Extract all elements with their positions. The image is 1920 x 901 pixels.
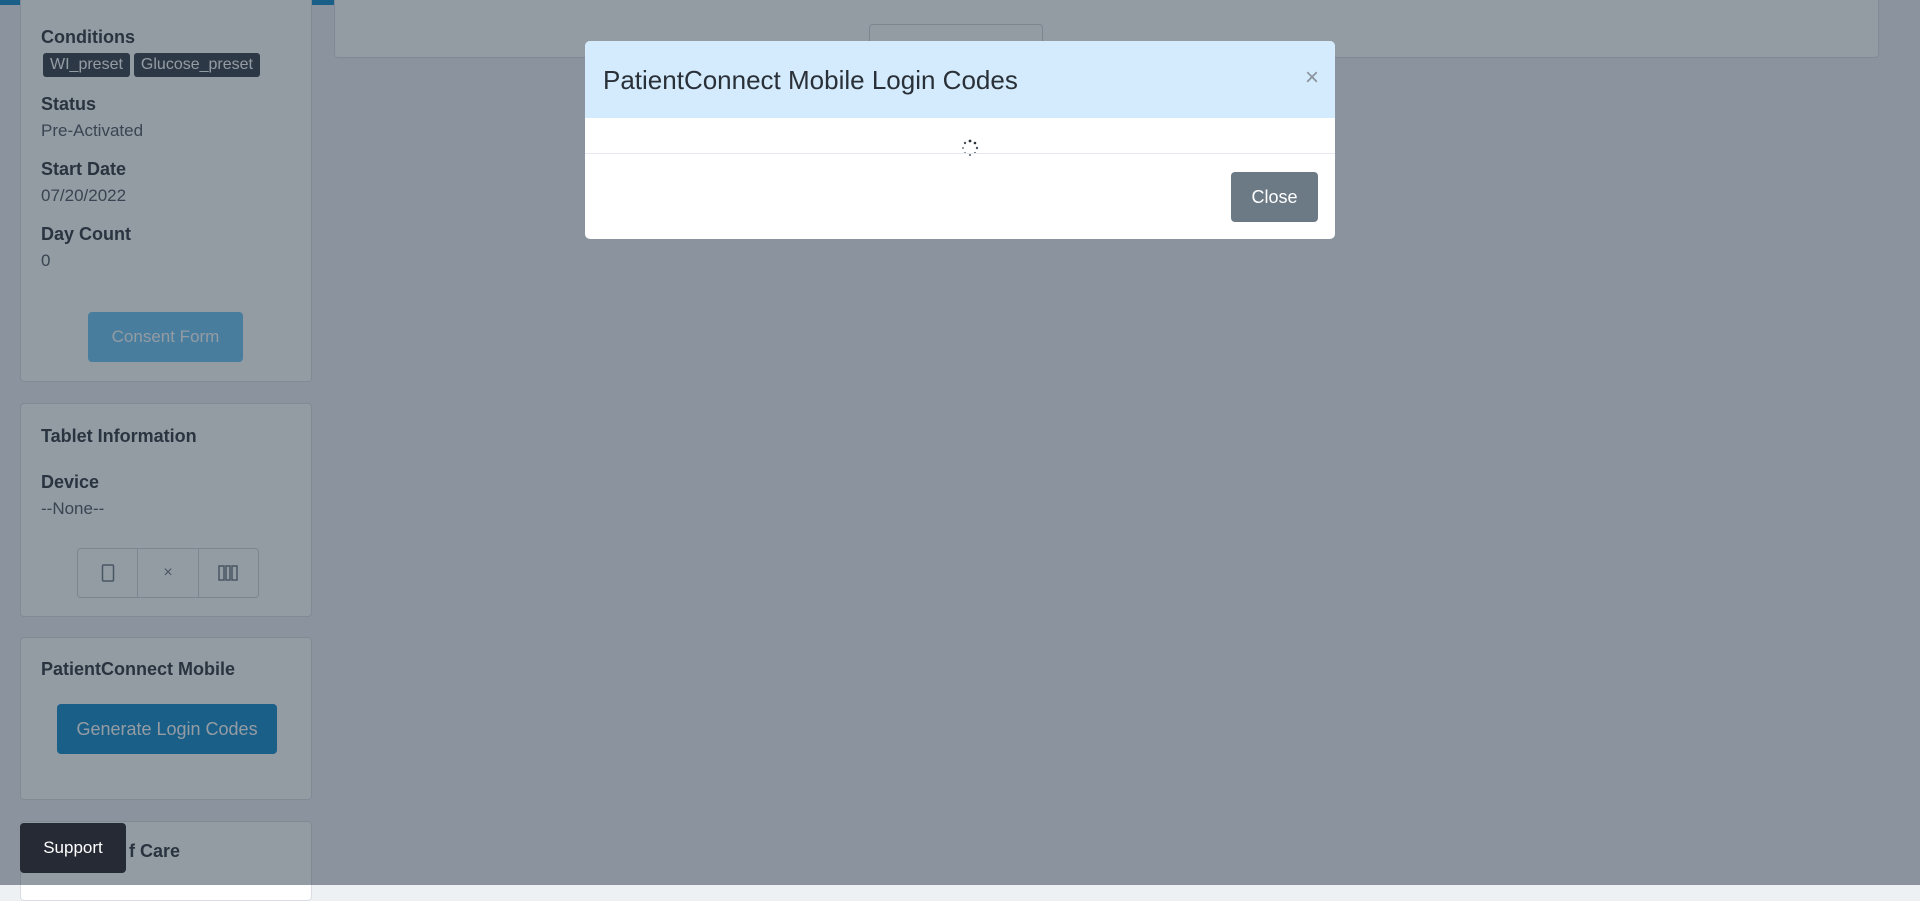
modal-close-button[interactable]: Close	[1231, 172, 1318, 222]
modal-close-icon[interactable]: ×	[1305, 66, 1319, 90]
login-codes-modal: PatientConnect Mobile Login Codes × Clos…	[585, 41, 1335, 239]
modal-divider	[585, 153, 1335, 154]
modal-title: PatientConnect Mobile Login Codes	[603, 65, 1018, 95]
modal-header: PatientConnect Mobile Login Codes ×	[585, 41, 1335, 118]
spinner-icon	[961, 139, 979, 157]
support-button[interactable]: Support	[20, 823, 126, 873]
